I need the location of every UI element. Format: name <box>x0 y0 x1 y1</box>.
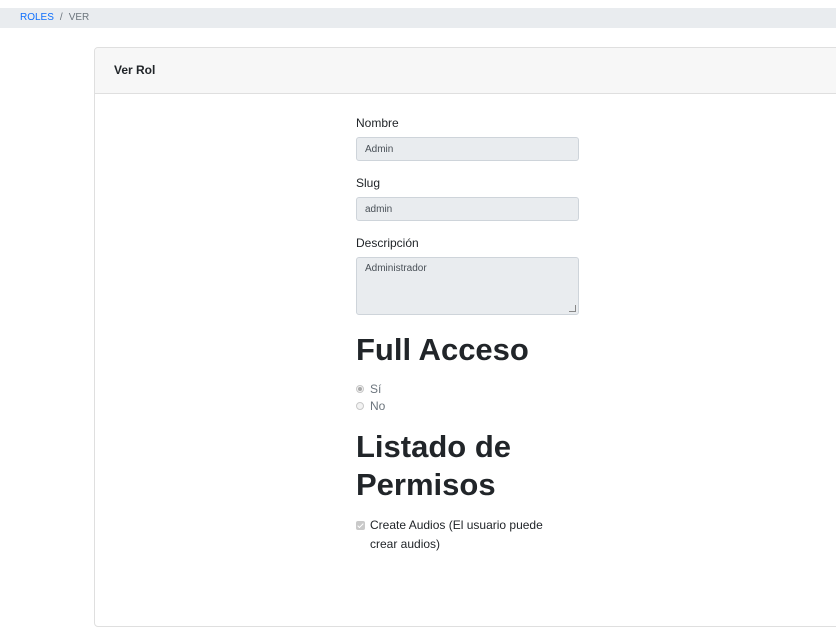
radio-unchecked-icon[interactable] <box>356 401 364 410</box>
nombre-field[interactable] <box>356 137 579 161</box>
full-acceso-radio-group: Sí No <box>356 380 586 414</box>
checkbox-checked-icon[interactable] <box>356 521 365 530</box>
nombre-label: Nombre <box>356 116 399 130</box>
full-acceso-heading: Full Acceso <box>356 332 529 367</box>
permission-item[interactable]: Create Audios (El usuario puede crear au… <box>356 516 566 554</box>
descripcion-value: Administrador <box>365 263 427 274</box>
permisos-heading: Listado de Permisos <box>356 429 512 502</box>
breadcrumb-link-roles[interactable]: ROLES <box>20 12 54 23</box>
permisos-list: Create Audios (El usuario puede crear au… <box>356 516 586 554</box>
descripcion-field[interactable]: Administrador <box>356 257 579 315</box>
radio-label-si: Sí <box>370 381 382 396</box>
radio-checked-icon[interactable] <box>356 384 364 393</box>
permission-label: Create Audios (El usuario puede crear au… <box>370 518 543 551</box>
view-role-card: Ver Rol Nombre Slug Descripción Administ… <box>94 47 836 627</box>
slug-field[interactable] <box>356 197 579 221</box>
breadcrumb: ROLES / VER <box>0 8 836 28</box>
role-form: Nombre Slug Descripción Administrador Fu… <box>356 94 586 554</box>
breadcrumb-separator: / <box>59 12 63 23</box>
card-title: Ver Rol <box>95 48 836 94</box>
breadcrumb-current: VER <box>68 12 90 23</box>
radio-option-si[interactable]: Sí <box>356 380 586 397</box>
radio-label-no: No <box>370 398 386 413</box>
slug-label: Slug <box>356 176 381 190</box>
descripcion-label: Descripción <box>356 236 419 250</box>
radio-option-no[interactable]: No <box>356 397 586 414</box>
resize-handle-icon[interactable] <box>569 305 576 312</box>
